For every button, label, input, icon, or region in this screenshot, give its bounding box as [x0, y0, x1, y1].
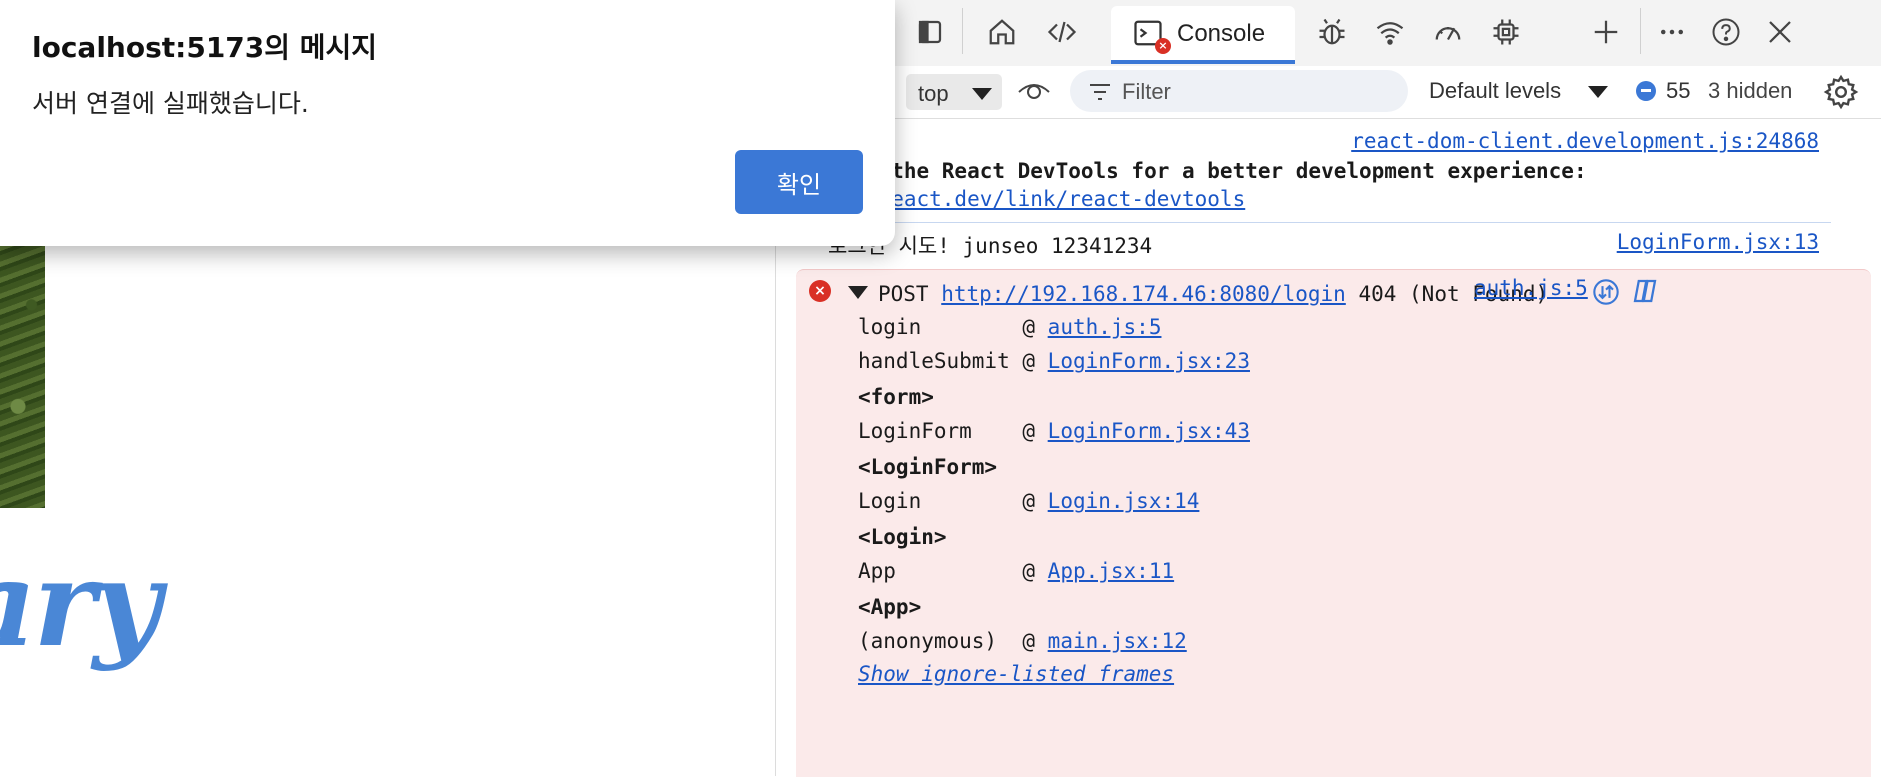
error-icon: ×	[809, 280, 831, 302]
stack-function: handleSubmit	[858, 349, 1023, 373]
stack-frame-link[interactable]: Login.jsx:14	[1048, 489, 1200, 513]
message-bubble-icon	[1636, 81, 1656, 101]
stack-function: (anonymous)	[858, 629, 1023, 653]
log-message: load the React DevTools for a better dev…	[828, 159, 1587, 183]
live-expression-eye-icon[interactable]	[1016, 76, 1052, 108]
stack-component-tag: <form>	[858, 385, 934, 409]
tab-console-label: Console	[1177, 20, 1266, 47]
dialog-title: localhost:5173의 메시지	[32, 31, 378, 64]
component-tag: <form>	[858, 385, 934, 409]
performance-gauge-icon[interactable]	[1430, 14, 1466, 50]
devtools-panel: × Console top Filter Default levels 55 3…	[776, 0, 1881, 777]
component-tag: <LoginForm>	[858, 455, 998, 479]
filter-icon	[1090, 84, 1110, 100]
filter-input[interactable]	[1120, 76, 1394, 108]
stack-frame: LoginForm @ LoginForm.jsx:43	[858, 419, 1250, 443]
dialog-message: 서버 연결에 실패했습니다.	[32, 89, 309, 118]
row-divider	[846, 222, 1831, 223]
stack-frame-link[interactable]: LoginForm.jsx:43	[1048, 419, 1250, 443]
chevron-down-icon[interactable]	[1588, 86, 1608, 98]
stack-function: LoginForm	[858, 419, 1023, 443]
source-link[interactable]: auth.js:5	[1474, 276, 1588, 300]
expand-triangle-icon[interactable]	[848, 286, 868, 299]
log-levels-dropdown[interactable]: Default levels	[1429, 78, 1561, 104]
stack-component-tag: <Login>	[858, 525, 947, 549]
stack-function: App	[858, 559, 1023, 583]
source-link[interactable]: react-dom-client.development.js:24868	[1351, 129, 1819, 153]
hidden-count: 3 hidden	[1708, 78, 1793, 103]
elements-icon[interactable]	[1044, 14, 1080, 50]
stack-frame: Login @ Login.jsx:14	[858, 489, 1200, 513]
stack-function: Login	[858, 489, 1023, 513]
console-log: react-dom-client.development.js:24868 lo…	[776, 119, 1881, 777]
http-method: POST	[878, 282, 929, 306]
bug-icon[interactable]	[1314, 14, 1350, 50]
stack-frame-link[interactable]: App.jsx:11	[1048, 559, 1174, 583]
request-url-link[interactable]: http://192.168.174.46:8080/login	[941, 282, 1346, 306]
stack-frame: handleSubmit @ LoginForm.jsx:23	[858, 349, 1250, 373]
stack-frame: App @ App.jsx:11	[858, 559, 1175, 583]
help-icon[interactable]	[1708, 14, 1744, 50]
stack-frame: (anonymous) @ main.jsx:12	[858, 629, 1187, 653]
component-tag: <Login>	[858, 525, 947, 549]
alert-dialog: localhost:5173의 메시지 서버 연결에 실패했습니다. 확인	[0, 0, 895, 246]
source-link[interactable]: LoginForm.jsx:13	[1617, 230, 1819, 254]
network-wifi-icon[interactable]	[1372, 14, 1408, 50]
component-tag: <App>	[858, 595, 922, 619]
stack-component-tag: <LoginForm>	[858, 455, 997, 479]
console-toolbar: top Default levels 55 3 hidden	[776, 66, 1881, 119]
memory-chip-icon[interactable]	[1488, 14, 1524, 50]
error-message: × POST http://192.168.174.46:8080/login …	[796, 269, 1871, 777]
tab-separator	[1640, 8, 1641, 54]
stack-frame: login @ auth.js:5	[858, 315, 1162, 339]
error-headline: POST http://192.168.174.46:8080/login 40…	[878, 282, 1548, 306]
tab-separator	[962, 8, 963, 54]
ok-button[interactable]: 확인	[735, 150, 863, 214]
add-tab-icon[interactable]	[1588, 14, 1624, 50]
stack-component-tag: <App>	[858, 595, 921, 619]
context-select-value: top	[918, 81, 949, 106]
stack-function: login	[858, 315, 1023, 339]
network-request-icon[interactable]	[1592, 278, 1620, 306]
devtools-tabbar: × Console	[776, 0, 1881, 67]
sidebar-toggle-icon[interactable]	[912, 14, 948, 50]
brand-logo-text: ary	[0, 534, 161, 673]
chevron-down-icon	[972, 88, 992, 100]
close-icon[interactable]	[1762, 14, 1798, 50]
tab-console[interactable]: × Console	[1111, 6, 1295, 64]
stack-frame-link[interactable]: auth.js:5	[1048, 315, 1162, 339]
copilot-explain-icon[interactable]	[1630, 276, 1660, 306]
filter-field[interactable]	[1070, 70, 1408, 112]
context-select[interactable]: top	[906, 74, 1002, 110]
gear-icon[interactable]	[1823, 74, 1859, 110]
message-count-value: 55	[1666, 78, 1691, 103]
error-badge-icon: ×	[1155, 38, 1171, 54]
stack-frame-link[interactable]: main.jsx:12	[1048, 629, 1187, 653]
stack-frame-link[interactable]: LoginForm.jsx:23	[1048, 349, 1250, 373]
more-icon[interactable]	[1654, 14, 1690, 50]
message-count[interactable]: 55	[1636, 78, 1690, 104]
show-ignored-frames-link[interactable]: Show ignore-listed frames	[858, 662, 1174, 686]
home-icon[interactable]	[984, 14, 1020, 50]
